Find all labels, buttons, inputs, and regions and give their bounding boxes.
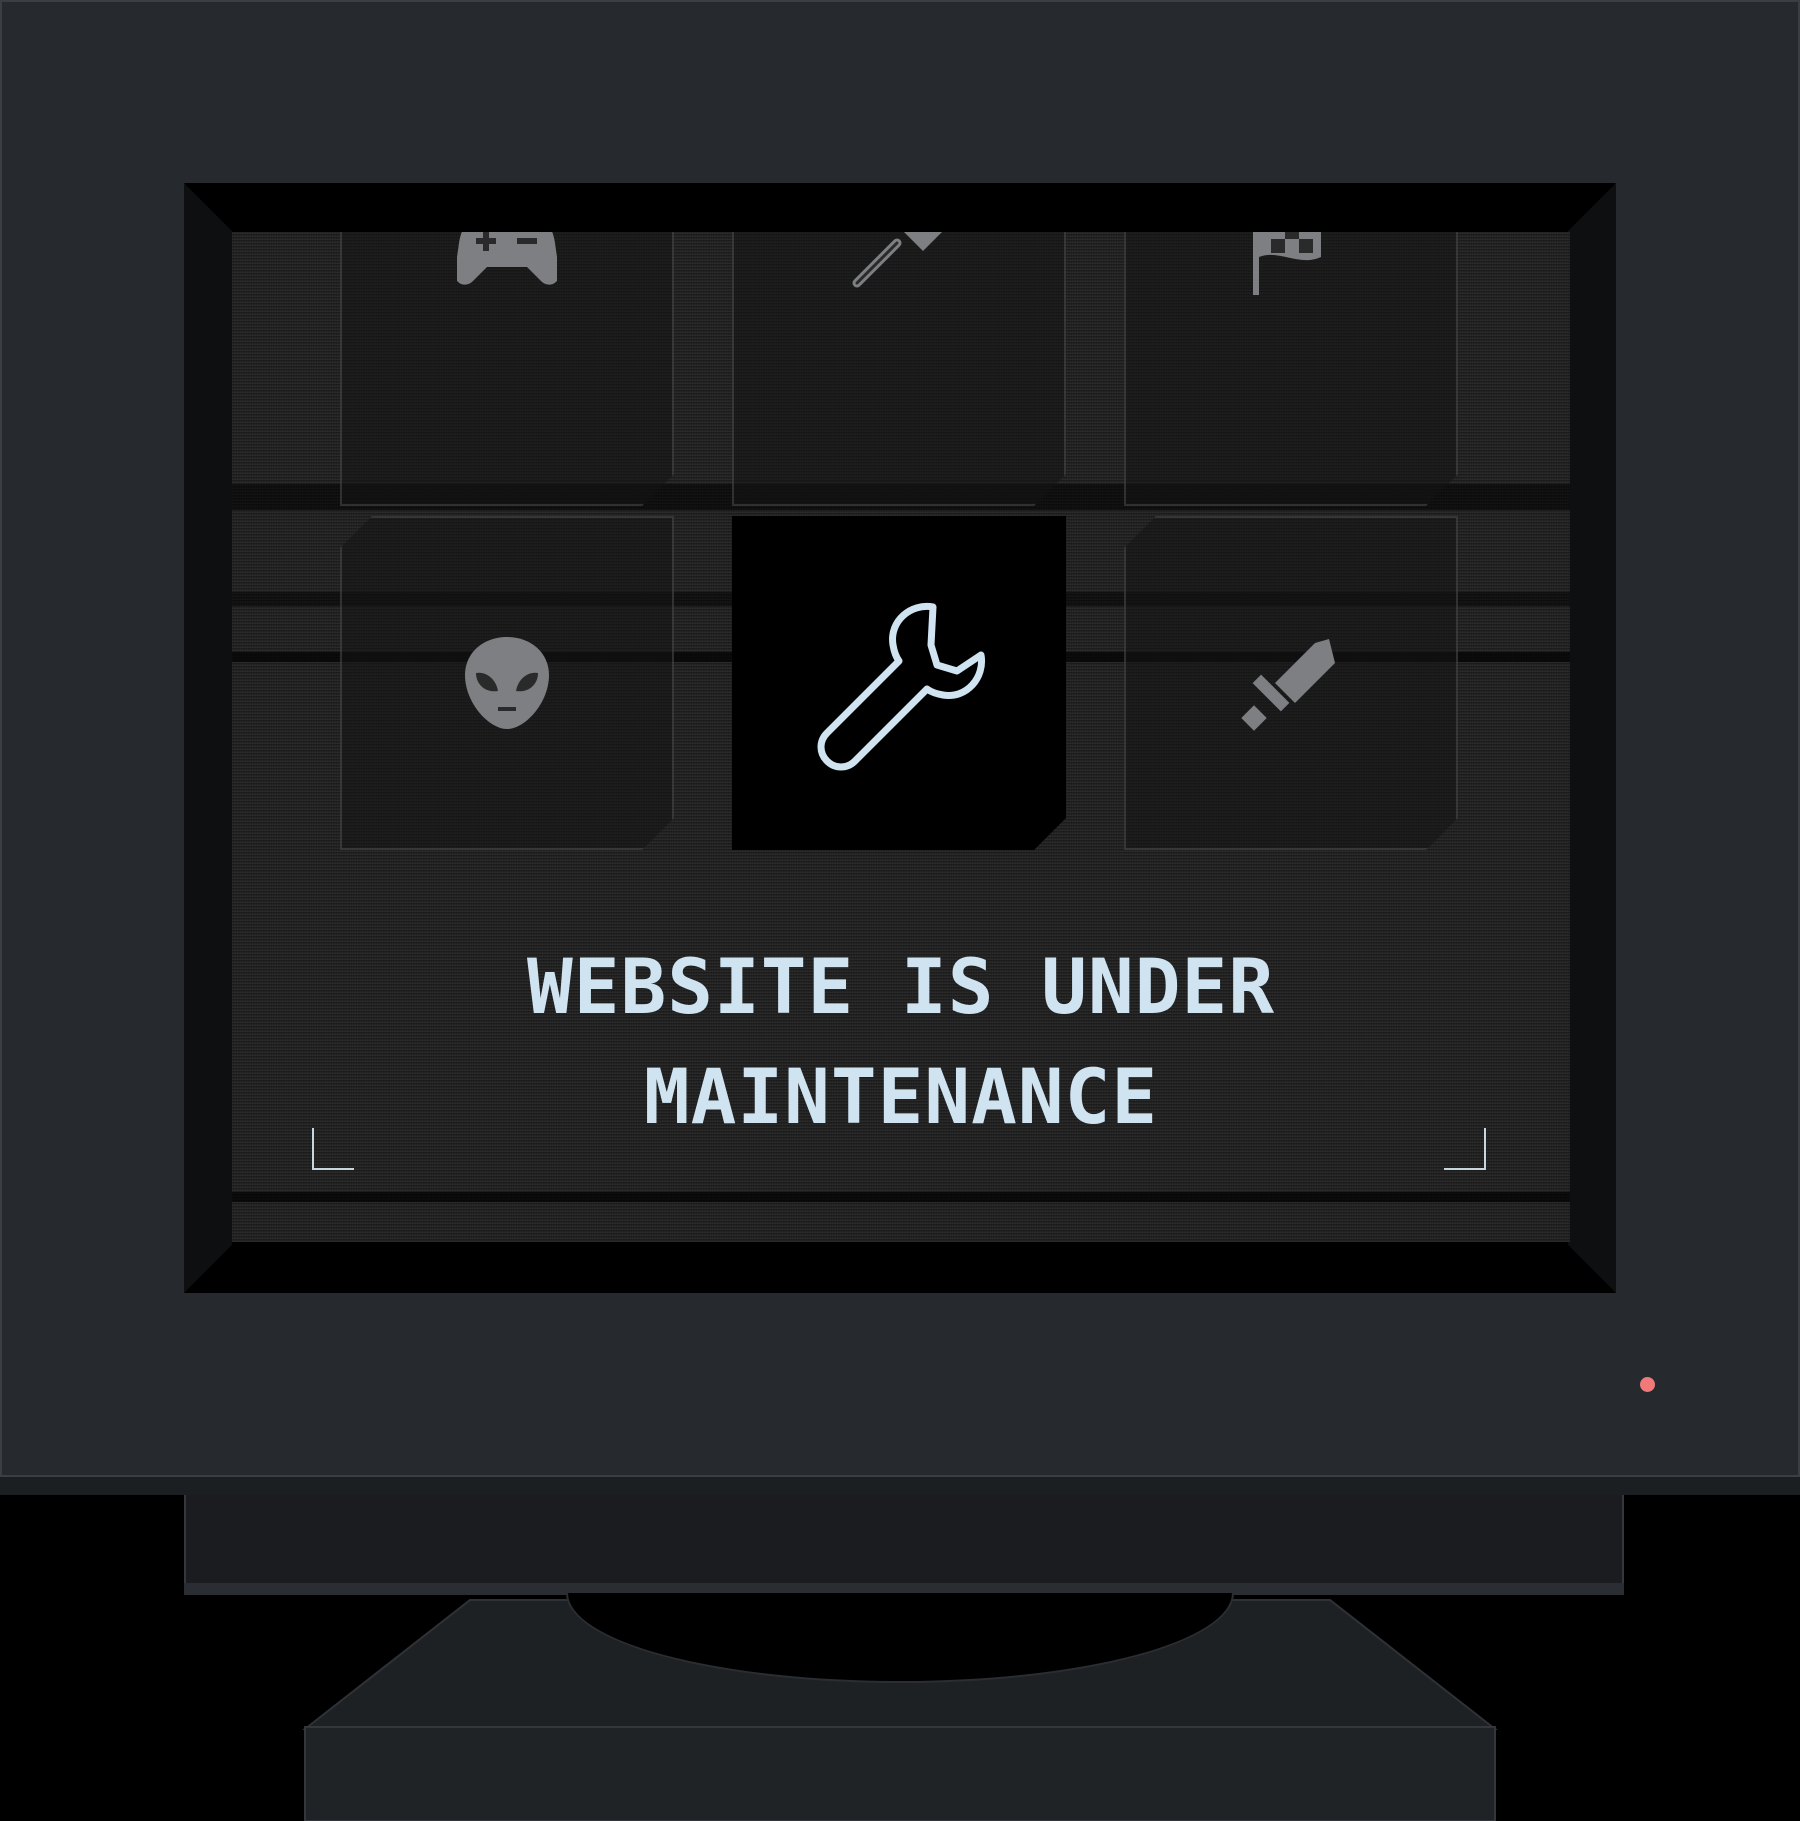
corner-bracket-right bbox=[1444, 1128, 1486, 1170]
tile-flag[interactable] bbox=[1124, 232, 1458, 506]
axe-icon bbox=[849, 232, 949, 299]
monitor-lip bbox=[0, 1475, 1800, 1495]
tile-axe[interactable] bbox=[732, 232, 1066, 506]
crt-screen: WEBSITE IS UNDER MAINTENANCE bbox=[232, 232, 1570, 1242]
message-line-2: MAINTENANCE bbox=[643, 1052, 1159, 1141]
monitor-neck bbox=[184, 1495, 1624, 1593]
wrench-icon bbox=[809, 593, 989, 773]
maintenance-message: WEBSITE IS UNDER MAINTENANCE bbox=[232, 932, 1570, 1152]
power-led-icon bbox=[1640, 1377, 1655, 1392]
scanline-band bbox=[232, 1192, 1570, 1202]
sword-icon bbox=[1241, 633, 1341, 733]
message-line-1: WEBSITE IS UNDER bbox=[526, 942, 1276, 1031]
tile-wrench[interactable] bbox=[732, 516, 1066, 850]
tile-alien[interactable] bbox=[340, 516, 674, 850]
gamepad-icon bbox=[457, 232, 557, 289]
monitor-illustration: WEBSITE IS UNDER MAINTENANCE bbox=[0, 0, 1800, 1821]
corner-bracket-left bbox=[312, 1128, 354, 1170]
alien-icon bbox=[462, 633, 552, 733]
tile-sword[interactable] bbox=[1124, 516, 1458, 850]
checkered-flag-icon bbox=[1241, 232, 1341, 299]
tile-gamepad[interactable] bbox=[340, 232, 674, 506]
